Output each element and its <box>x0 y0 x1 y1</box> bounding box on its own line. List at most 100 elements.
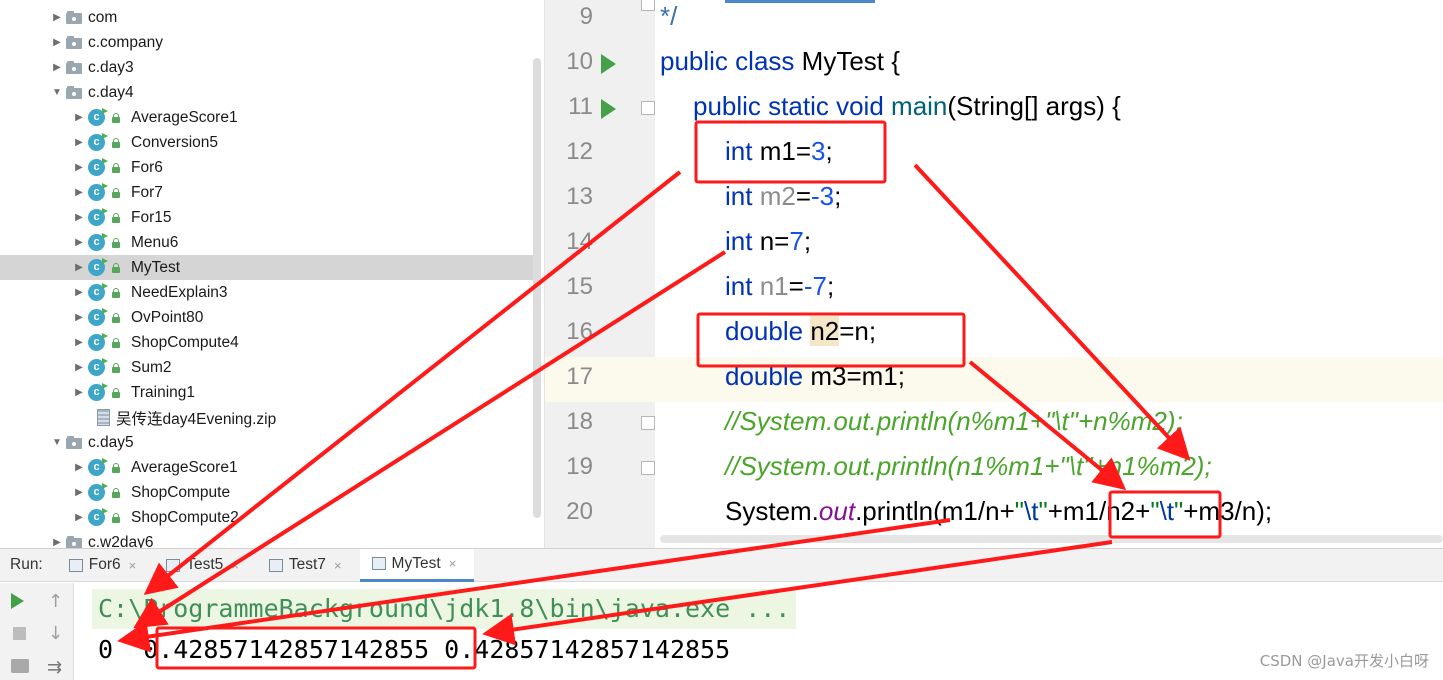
lock-icon <box>111 337 121 348</box>
camera-icon[interactable] <box>11 659 29 673</box>
chevron-right-icon[interactable]: ▶ <box>70 512 88 523</box>
up-icon[interactable]: ↑ <box>48 591 68 612</box>
line-number: 17 <box>566 363 593 390</box>
code-editor[interactable]: 9 */ 10 public class MyTest { 11 public … <box>545 0 1443 548</box>
tree-item-ovpoint80[interactable]: ▶ c OvPoint80 <box>0 305 535 330</box>
run-tab-label: Test5 <box>186 556 224 573</box>
code-line-17[interactable]: 17 double m3=m1; <box>545 357 1443 402</box>
editor-horizontal-scrollbar[interactable] <box>660 535 1443 543</box>
down-icon[interactable]: ↓ <box>48 623 68 644</box>
tree-scrollbar[interactable] <box>533 58 541 518</box>
tree-item-com[interactable]: ▶ com <box>0 5 535 30</box>
tree-item-conversion5[interactable]: ▶ c Conversion5 <box>0 130 535 155</box>
fold-icon[interactable] <box>641 101 655 115</box>
tree-item-label: AverageScore1 <box>131 108 238 126</box>
fold-icon[interactable] <box>641 416 655 430</box>
code-line-18[interactable]: 18 //System.out.println(n%m1+"\t"+n%m2); <box>545 402 1443 447</box>
chevron-right-icon[interactable]: ▶ <box>70 262 88 273</box>
lock-icon <box>111 137 121 148</box>
tree-item-menu6[interactable]: ▶ c Menu6 <box>0 230 535 255</box>
package-icon <box>66 86 82 99</box>
chevron-right-icon[interactable]: ▶ <box>70 137 88 148</box>
code-line-19[interactable]: 19 //System.out.println(n1%m1+"\t"+n1%m2… <box>545 447 1443 492</box>
chevron-right-icon[interactable]: ▶ <box>70 187 88 198</box>
soft-wrap-icon[interactable]: ⇉ <box>47 657 67 678</box>
chevron-right-icon[interactable]: ▶ <box>70 312 88 323</box>
close-icon[interactable]: × <box>129 558 137 573</box>
chevron-right-icon[interactable]: ▶ <box>70 212 88 223</box>
fold-icon[interactable] <box>641 0 655 11</box>
code-line-14[interactable]: 14 int n=7; <box>545 222 1443 267</box>
tree-item-mytest[interactable]: ▶ c MyTest <box>0 255 535 280</box>
chevron-right-icon[interactable]: ▶ <box>70 487 88 498</box>
chevron-right-icon[interactable]: ▶ <box>70 112 88 123</box>
chevron-right-icon[interactable]: ▶ <box>70 387 88 398</box>
chevron-right-icon[interactable]: ▶ <box>48 62 66 73</box>
console-output[interactable]: C:\ProgrammeBackground\jdk1.8\bin\java.e… <box>75 583 1443 680</box>
close-icon[interactable]: × <box>334 558 342 573</box>
run-tab-test7[interactable]: Test7 × <box>257 549 360 582</box>
run-tab-for6[interactable]: For6 × <box>57 549 154 582</box>
tree-item-for7[interactable]: ▶ c For7 <box>0 180 535 205</box>
tree-item-for15[interactable]: ▶ c For15 <box>0 205 535 230</box>
class-icon: c <box>88 459 105 476</box>
chevron-right-icon[interactable]: ▶ <box>70 462 88 473</box>
lock-icon <box>111 462 121 473</box>
close-icon[interactable]: × <box>449 556 457 571</box>
run-gutter-icon[interactable] <box>601 99 616 119</box>
code-line-20[interactable]: 20 System.out.println(m1/n+"\t"+m1/n2+"\… <box>545 492 1443 537</box>
rerun-icon[interactable] <box>11 593 24 609</box>
close-icon[interactable]: × <box>231 558 239 573</box>
tab-file-icon <box>371 557 386 570</box>
class-icon: c <box>88 384 105 401</box>
run-tab-test5[interactable]: Test5 × <box>154 549 257 582</box>
stop-icon[interactable] <box>13 627 26 640</box>
tree-item-c-day3[interactable]: ▶ c.day3 <box>0 55 535 80</box>
code-line-16[interactable]: 16 double n2=n; <box>545 312 1443 357</box>
chevron-right-icon[interactable]: ▶ <box>70 287 88 298</box>
tree-item-training1[interactable]: ▶ c Training1 <box>0 380 535 405</box>
tree-item-needexplain3[interactable]: ▶ c NeedExplain3 <box>0 280 535 305</box>
tree-item-c-w2day6[interactable]: ▶ c.w2day6 <box>0 530 535 548</box>
chevron-right-icon[interactable]: ▶ <box>48 12 66 23</box>
class-icon: c <box>88 484 105 501</box>
chevron-down-icon[interactable]: ▼ <box>48 87 66 98</box>
line-number: 9 <box>579 3 593 30</box>
code-line-9[interactable]: 9 */ <box>545 0 1443 42</box>
chevron-right-icon[interactable]: ▶ <box>70 362 88 373</box>
code-line-13[interactable]: 13 int m2=-3; <box>545 177 1443 222</box>
tree-item-label: MyTest <box>131 258 181 276</box>
chevron-down-icon[interactable]: ▼ <box>48 437 66 448</box>
code-line-12[interactable]: 12 int m1=3; <box>545 132 1443 177</box>
chevron-right-icon[interactable]: ▶ <box>48 537 66 548</box>
chevron-right-icon[interactable]: ▶ <box>70 337 88 348</box>
code-line-15[interactable]: 15 int n1=-7; <box>545 267 1443 312</box>
tree-item-shopcompute4[interactable]: ▶ c ShopCompute4 <box>0 330 535 355</box>
tree-item-shopcompute2[interactable]: ▶ c ShopCompute2 <box>0 505 535 530</box>
tree-item-sum2[interactable]: ▶ c Sum2 <box>0 355 535 380</box>
run-tab-mytest[interactable]: MyTest × <box>359 548 475 582</box>
line-number: 20 <box>566 498 593 525</box>
chevron-right-icon[interactable]: ▶ <box>70 162 88 173</box>
fold-icon[interactable] <box>641 461 655 475</box>
tree-item-label: For15 <box>131 208 172 226</box>
tree-item-c-day4[interactable]: ▼ c.day4 <box>0 80 535 105</box>
chevron-right-icon[interactable]: ▶ <box>48 37 66 48</box>
tree-item-c-day5[interactable]: ▼ c.day5 <box>0 430 535 455</box>
tree-item-averagescore1[interactable]: ▶ c AverageScore1 <box>0 105 535 130</box>
chevron-right-icon[interactable]: ▶ <box>70 237 88 248</box>
class-icon: c <box>88 234 105 251</box>
tree-item-averagescore1-day5[interactable]: ▶ c AverageScore1 <box>0 455 535 480</box>
package-icon <box>66 436 82 449</box>
code-line-10[interactable]: 10 public class MyTest { <box>545 42 1443 87</box>
run-panel: Run: For6 × Test5 × Test7 × MyTest × ↑ ↓… <box>0 548 1443 680</box>
tree-item-c-company[interactable]: ▶ c.company <box>0 30 535 55</box>
tree-item-shopcompute[interactable]: ▶ c ShopCompute <box>0 480 535 505</box>
run-gutter-icon[interactable] <box>601 54 616 74</box>
code-line-11[interactable]: 11 public static void main(String[] args… <box>545 87 1443 132</box>
tree-item-for6[interactable]: ▶ c For6 <box>0 155 535 180</box>
tree-item-label: c.w2day6 <box>88 533 154 549</box>
lock-icon <box>111 362 121 373</box>
package-icon <box>66 61 82 74</box>
tree-item-zip-file[interactable]: 吴传连day4Evening.zip <box>0 405 535 430</box>
